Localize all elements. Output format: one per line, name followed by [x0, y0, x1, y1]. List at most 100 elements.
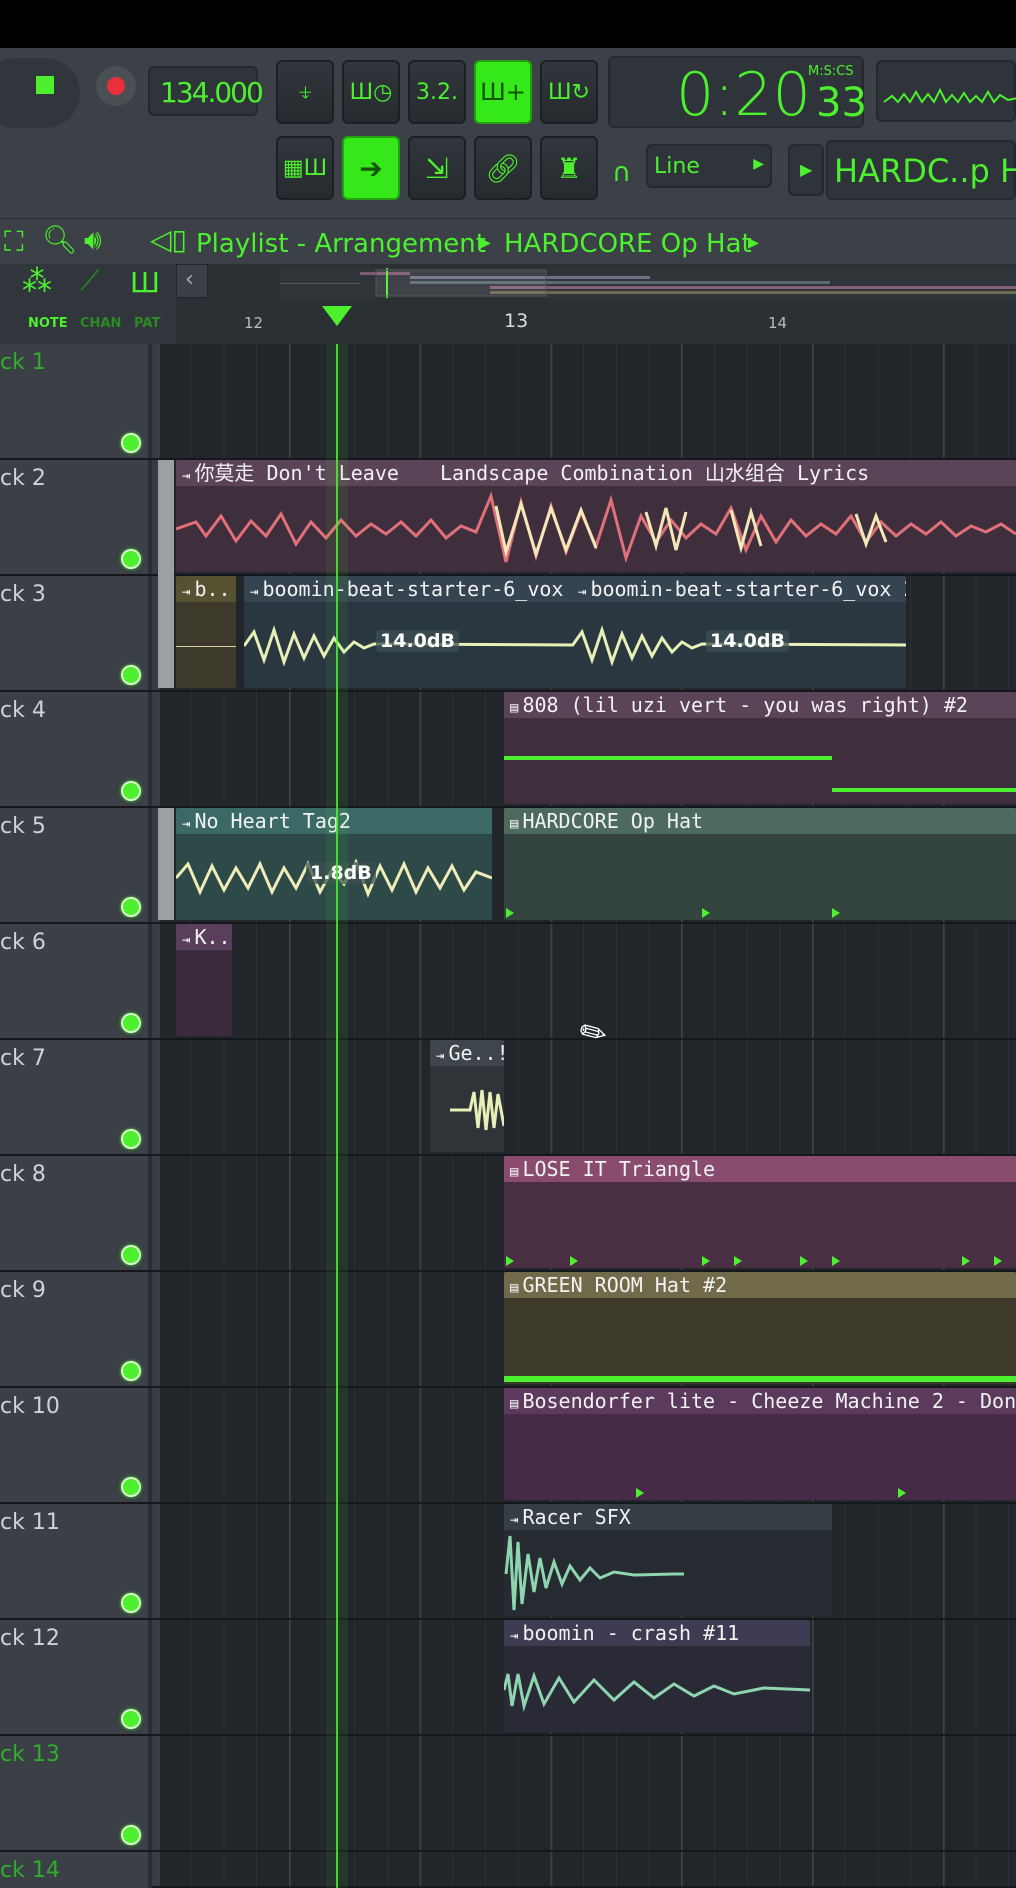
pattern-clip-bosendorfer[interactable]: ▤ Bosendorfer lite - Cheeze Machine 2 - D…	[504, 1388, 1016, 1500]
track-header[interactable]: ck 13	[0, 1736, 152, 1850]
waveform-line	[176, 646, 236, 647]
pattern-clip-808[interactable]: ▤ 808 (lil uzi vert - you was right) #2	[504, 692, 1016, 804]
track-header[interactable]: ck 1	[0, 344, 152, 458]
chan-tab-icon[interactable]: ⟋	[80, 264, 100, 298]
track-header[interactable]: ck 14	[0, 1852, 152, 1888]
piano-roll-button[interactable]: ▦Ш	[276, 136, 334, 200]
pattern-clip-icon: ▤	[510, 1164, 519, 1180]
clip-header: ▤ GREEN ROOM Hat #2	[504, 1272, 1016, 1298]
track-mute-led[interactable]	[121, 433, 141, 453]
scroll-left-button[interactable]: ‹	[176, 264, 208, 298]
track-mute-led[interactable]	[121, 1245, 141, 1265]
playhead-marker[interactable]	[322, 306, 352, 326]
audio-clip-icon: ⇥	[436, 1048, 445, 1064]
track-header[interactable]: ck 5	[0, 808, 152, 922]
pattern-clip-green-room[interactable]: ▤ GREEN ROOM Hat #2	[504, 1272, 1016, 1384]
track-mute-led[interactable]	[121, 1593, 141, 1613]
track-header[interactable]: ck 6	[0, 924, 152, 1038]
waveform	[176, 491, 1016, 564]
clip-title: Racer SFX	[522, 1505, 631, 1529]
audio-clip-icon: ⇥	[250, 584, 259, 600]
clip-title: Ge..!!	[448, 1041, 504, 1065]
loop-record-button[interactable]: Ш↻	[540, 60, 598, 124]
record-button[interactable]	[96, 66, 136, 106]
playhead-glow	[326, 344, 348, 1888]
time-main: 0:20	[676, 60, 811, 130]
tempo-display[interactable]: 134.000	[148, 66, 264, 116]
note-tick	[832, 1256, 840, 1266]
track-header[interactable]: ck 9	[0, 1272, 152, 1386]
track-label: ck 13	[0, 1742, 60, 1767]
mixer-button[interactable]: ♜	[540, 136, 598, 200]
speaker-icon[interactable]: 🔊︎	[84, 223, 102, 257]
audio-clip-racer-sfx[interactable]: ⇥ Racer SFX	[504, 1504, 832, 1616]
track-mute-led[interactable]	[121, 549, 141, 569]
pat-tab[interactable]: PAT	[134, 316, 160, 331]
track-header[interactable]: ck 7	[0, 1040, 152, 1154]
wait-for-input-button[interactable]: Ш◷	[342, 60, 400, 124]
note-bar	[832, 788, 1016, 792]
track-mute-led[interactable]	[121, 665, 141, 685]
track-mute-led[interactable]	[121, 1361, 141, 1381]
track-mute-led[interactable]	[121, 1477, 141, 1497]
audio-clip-k[interactable]: ⇥ K..	[176, 924, 232, 1036]
playlist-title: Playlist - Arrangement	[196, 229, 486, 259]
audio-clip-ge[interactable]: ⇥Ge..!!	[430, 1040, 504, 1152]
track-header[interactable]: ck 2	[0, 460, 152, 574]
stop-button[interactable]	[36, 76, 54, 94]
channel-selector[interactable]: HARDC..p Hat	[826, 140, 1016, 200]
metronome-button[interactable]: ⍖	[276, 60, 334, 124]
track-mute-led[interactable]	[121, 781, 141, 801]
pattern-clip-lose-it[interactable]: ▤ LOSE IT Triangle	[504, 1156, 1016, 1268]
clip-header: ▤ 808 (lil uzi vert - you was right) #2	[504, 692, 1016, 718]
track-header[interactable]: ck 3	[0, 576, 152, 690]
track-mute-led[interactable]	[121, 897, 141, 917]
chan-tab[interactable]: CHAN	[80, 316, 121, 331]
audio-clip-b[interactable]: ⇥ b..	[176, 576, 236, 688]
note-tick	[506, 908, 514, 918]
pattern-clip-hardcore[interactable]: ▤ HARDCORE Op Hat	[504, 808, 1016, 920]
note-tick	[734, 1256, 742, 1266]
plugin-button[interactable]: ⇲	[408, 136, 466, 200]
audio-icon[interactable]: ◁▯	[150, 223, 187, 256]
snap-selector[interactable]: Line ▶	[646, 144, 772, 188]
magnet-icon[interactable]: ∩	[612, 158, 631, 188]
plug-icon: ⇲	[425, 151, 449, 185]
clip-header: ⇥ Racer SFX	[504, 1504, 832, 1530]
clip-title: 你莫走 Don't Leave	[194, 461, 399, 485]
track-mute-led[interactable]	[121, 1709, 141, 1729]
track-header[interactable]: ck 8	[0, 1156, 152, 1270]
clip-title: boomin-beat-starter-6_vox 2	[590, 577, 906, 601]
note-tab[interactable]: NOTE	[28, 316, 68, 331]
step-edit-button[interactable]: Ш+	[474, 60, 532, 124]
fullscreen-icon[interactable]: ⛶	[4, 225, 24, 259]
track-row: ck 13	[0, 1736, 1016, 1852]
audio-clip-crash[interactable]: ⇥ boomin - crash #11	[504, 1620, 810, 1732]
clip-title: boomin - crash #11	[522, 1621, 740, 1645]
timeline-ruler[interactable]: ‹ 12 13 14	[176, 264, 1016, 344]
link-button[interactable]: 🔗︎	[474, 136, 532, 200]
track-header[interactable]: ck 4	[0, 692, 152, 806]
note-tick	[832, 908, 840, 918]
output-monitor	[876, 60, 1016, 122]
track-label: ck 14	[0, 1858, 60, 1883]
time-display[interactable]: 0:20 33 M:S:CS	[608, 56, 867, 130]
track-mute-led[interactable]	[121, 1129, 141, 1149]
note-tab-icon[interactable]: ⁂	[22, 264, 52, 299]
clip-title: b..	[194, 577, 231, 601]
zoom-icon[interactable]: 🔍︎	[42, 223, 78, 256]
track-mute-led[interactable]	[121, 1013, 141, 1033]
audio-clip-boomin-vox-2[interactable]: ⇥ boomin-beat-starter-6_vox 2 14.0dB	[572, 576, 906, 688]
track-mute-led[interactable]	[121, 1825, 141, 1845]
track-header[interactable]: ck 11	[0, 1504, 152, 1618]
overview-strip[interactable]	[280, 268, 1016, 298]
countdown-button[interactable]: 3.2.	[408, 60, 466, 124]
track-header[interactable]: ck 12	[0, 1620, 152, 1734]
breadcrumb-pattern[interactable]: HARDCORE Op Hat	[504, 229, 752, 259]
channel-prev-button[interactable]: ▶	[788, 144, 824, 196]
audio-clip-boomin-vox[interactable]: ⇥ boomin-beat-starter-6_vox 2 14.0dB	[244, 576, 574, 688]
track-header[interactable]: ck 10	[0, 1388, 152, 1502]
pat-tab-icon[interactable]: Ш	[130, 266, 160, 299]
clip-header: ⇥ K..	[176, 924, 232, 950]
playlist-button[interactable]: ➔	[342, 136, 400, 200]
